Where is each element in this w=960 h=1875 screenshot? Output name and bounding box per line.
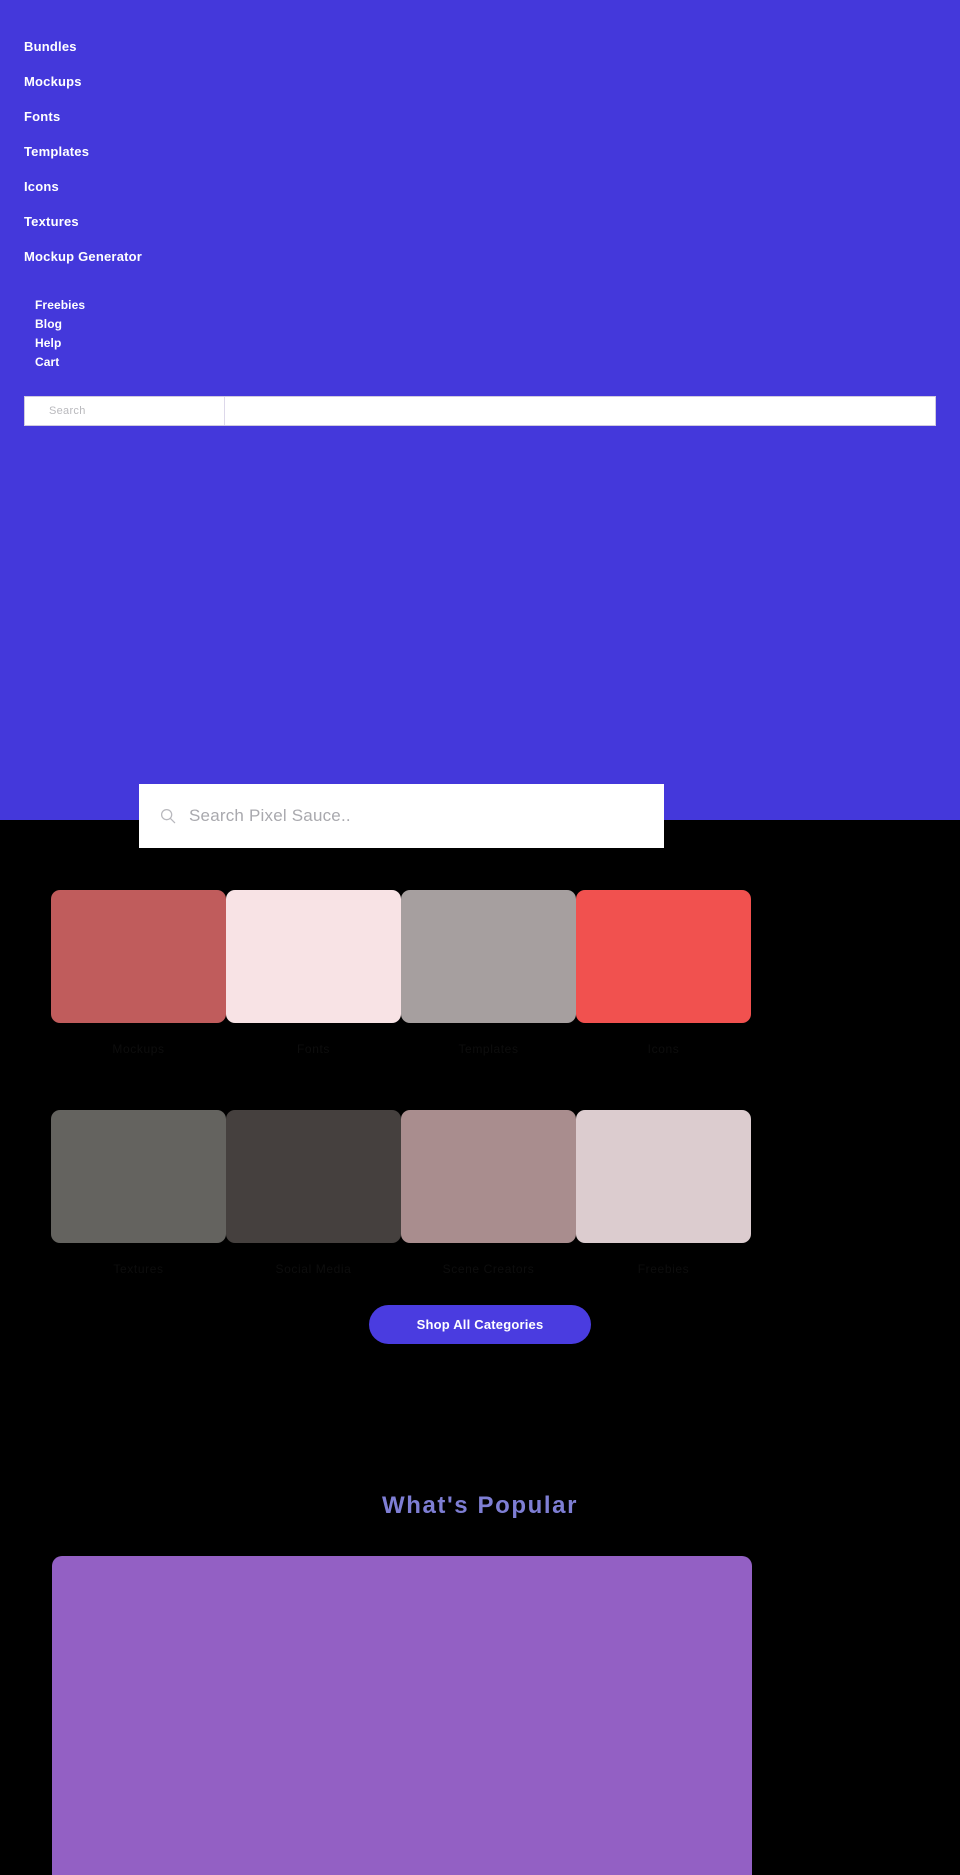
nav-item-cart[interactable]: Cart — [35, 356, 335, 369]
category-thumbnail — [51, 1110, 226, 1243]
category-row-2: Textures Social Media Scene Creators Fre… — [51, 1110, 753, 1276]
category-label: Fonts — [296, 1042, 330, 1056]
category-thumbnail — [576, 1110, 751, 1243]
category-thumbnail — [401, 890, 576, 1023]
category-label: Templates — [458, 1042, 519, 1056]
nav-item-icons[interactable]: Icons — [24, 180, 424, 194]
nav-item-help[interactable]: Help — [35, 337, 335, 350]
category-card-freebies[interactable]: Freebies — [576, 1110, 751, 1276]
category-row-1: Mockups Fonts Templates Icons — [51, 890, 753, 1056]
popular-featured-card[interactable] — [52, 1556, 752, 1875]
nav-item-mockups[interactable]: Mockups — [24, 75, 424, 89]
shop-all-button-container: Shop All Categories — [0, 1305, 960, 1344]
category-card-mockups[interactable]: Mockups — [51, 890, 226, 1056]
category-grid: Mockups Fonts Templates Icons Textures S… — [51, 890, 753, 1284]
nav-item-mockup-generator[interactable]: Mockup Generator — [24, 250, 424, 264]
category-card-social-media[interactable]: Social Media — [226, 1110, 401, 1276]
topbar-search-extension — [225, 397, 935, 425]
search-icon — [160, 808, 176, 824]
topbar-search-bar[interactable]: Search — [24, 396, 936, 426]
hero-search-placeholder: Search Pixel Sauce.. — [189, 806, 351, 825]
category-label: Scene Creators — [442, 1262, 535, 1276]
whats-popular-heading: What's Popular — [381, 1492, 579, 1519]
shop-all-categories-button[interactable]: Shop All Categories — [369, 1305, 591, 1344]
category-label: Mockups — [112, 1042, 165, 1056]
nav-item-freebies[interactable]: Freebies — [35, 299, 335, 312]
category-thumbnail — [226, 890, 401, 1023]
header-region: Bundles Mockups Fonts Templates Icons Te… — [0, 0, 960, 820]
category-label: Icons — [647, 1042, 680, 1056]
category-label: Textures — [113, 1262, 164, 1276]
nav-item-fonts[interactable]: Fonts — [24, 110, 424, 124]
topbar-search-placeholder: Search — [49, 405, 86, 417]
primary-navigation: Bundles Mockups Fonts Templates Icons Te… — [24, 40, 424, 285]
nav-item-templates[interactable]: Templates — [24, 145, 424, 159]
category-card-icons[interactable]: Icons — [576, 890, 751, 1056]
category-card-fonts[interactable]: Fonts — [226, 890, 401, 1056]
category-thumbnail — [401, 1110, 576, 1243]
page-root: Bundles Mockups Fonts Templates Icons Te… — [0, 0, 960, 1875]
topbar-search-input[interactable]: Search — [25, 397, 225, 425]
secondary-navigation: Freebies Blog Help Cart — [35, 299, 335, 375]
nav-item-bundles[interactable]: Bundles — [24, 40, 424, 54]
category-card-scene-creators[interactable]: Scene Creators — [401, 1110, 576, 1276]
hero-search-bar[interactable]: Search Pixel Sauce.. — [139, 784, 664, 848]
category-card-textures[interactable]: Textures — [51, 1110, 226, 1276]
category-thumbnail — [226, 1110, 401, 1243]
nav-item-textures[interactable]: Textures — [24, 215, 424, 229]
category-label: Social Media — [275, 1262, 352, 1276]
category-thumbnail — [576, 890, 751, 1023]
category-card-templates[interactable]: Templates — [401, 890, 576, 1056]
category-thumbnail — [51, 890, 226, 1023]
category-label: Freebies — [637, 1262, 690, 1276]
nav-item-blog[interactable]: Blog — [35, 318, 335, 331]
